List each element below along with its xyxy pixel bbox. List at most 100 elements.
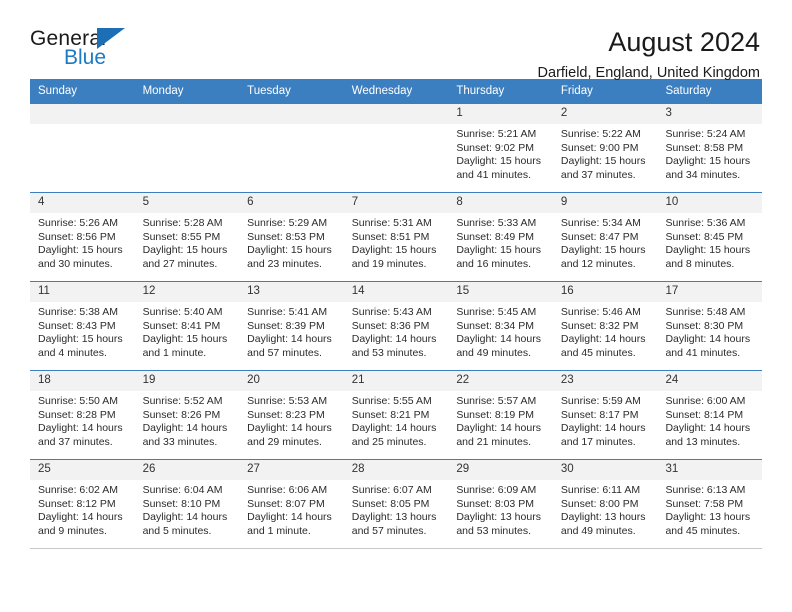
sunrise-text: Sunrise: 5:50 AM <box>38 395 118 407</box>
day-number: 20 <box>239 371 344 391</box>
day-cell[interactable] <box>343 104 449 192</box>
day-cell[interactable]: 16 Sunrise: 5:46 AM Sunset: 8:32 PM Dayl… <box>552 282 658 370</box>
sunset-text: Sunset: 9:02 PM <box>456 141 534 154</box>
day-cell[interactable] <box>239 104 344 192</box>
daylight-text-line2: and 45 minutes. <box>665 524 741 537</box>
week-row: 18 Sunrise: 5:50 AM Sunset: 8:28 PM Dayl… <box>30 370 763 459</box>
day-cell[interactable]: 10 Sunrise: 5:36 AM Sunset: 8:45 PM Dayl… <box>657 193 763 281</box>
daylight-text-line2: and 27 minutes. <box>142 257 218 270</box>
day-details: Sunrise: 5:53 AM Sunset: 8:23 PM Dayligh… <box>239 391 344 449</box>
day-number: 12 <box>134 282 240 302</box>
day-details: Sunrise: 5:52 AM Sunset: 8:26 PM Dayligh… <box>135 391 240 449</box>
day-number: 11 <box>30 282 135 302</box>
sunrise-text: Sunrise: 5:57 AM <box>456 395 537 407</box>
day-details: Sunrise: 5:41 AM Sunset: 8:39 PM Dayligh… <box>239 302 344 360</box>
day-number: 25 <box>30 460 135 480</box>
day-cell[interactable]: 7 Sunrise: 5:31 AM Sunset: 8:51 PM Dayli… <box>343 193 449 281</box>
day-number: 21 <box>343 371 449 391</box>
daylight-text-line2: and 57 minutes. <box>247 346 322 359</box>
daylight-text-line2: and 17 minutes. <box>560 435 636 448</box>
daylight-text-line1: Daylight: 15 hours <box>142 244 228 257</box>
day-number: 9 <box>552 193 658 213</box>
daylight-text-line2: and 57 minutes. <box>351 524 427 537</box>
brand-logo[interactable]: General Blue <box>30 26 230 68</box>
day-cell[interactable]: 5 Sunrise: 5:28 AM Sunset: 8:55 PM Dayli… <box>134 193 240 281</box>
day-cell[interactable]: 22 Sunrise: 5:57 AM Sunset: 8:19 PM Dayl… <box>448 371 553 459</box>
day-number: 3 <box>657 104 763 124</box>
daylight-text-line1: Daylight: 14 hours <box>665 333 751 346</box>
sunrise-text: Sunrise: 5:26 AM <box>38 217 118 229</box>
day-cell[interactable]: 28 Sunrise: 6:07 AM Sunset: 8:05 PM Dayl… <box>343 460 449 548</box>
day-details: Sunrise: 5:45 AM Sunset: 8:34 PM Dayligh… <box>448 302 553 360</box>
sunset-text: Sunset: 8:23 PM <box>247 408 325 421</box>
day-cell[interactable]: 27 Sunrise: 6:06 AM Sunset: 8:07 PM Dayl… <box>239 460 344 548</box>
sunrise-text: Sunrise: 5:48 AM <box>665 306 746 318</box>
daylight-text-line1: Daylight: 14 hours <box>456 422 541 435</box>
daylight-text-line1: Daylight: 15 hours <box>456 244 541 257</box>
day-cell[interactable]: 9 Sunrise: 5:34 AM Sunset: 8:47 PM Dayli… <box>552 193 658 281</box>
day-cell[interactable] <box>30 104 135 192</box>
day-cell[interactable]: 31 Sunrise: 6:13 AM Sunset: 7:58 PM Dayl… <box>657 460 763 548</box>
daylight-text-line2: and 25 minutes. <box>351 435 427 448</box>
daylight-text-line2: and 30 minutes. <box>38 257 113 270</box>
day-cell[interactable]: 26 Sunrise: 6:04 AM Sunset: 8:10 PM Dayl… <box>134 460 240 548</box>
sunset-text: Sunset: 8:00 PM <box>560 497 639 510</box>
daylight-text-line2: and 8 minutes. <box>665 257 735 270</box>
day-cell[interactable]: 8 Sunrise: 5:33 AM Sunset: 8:49 PM Dayli… <box>448 193 553 281</box>
day-cell[interactable]: 23 Sunrise: 5:59 AM Sunset: 8:17 PM Dayl… <box>552 371 658 459</box>
day-cell[interactable]: 15 Sunrise: 5:45 AM Sunset: 8:34 PM Dayl… <box>448 282 553 370</box>
sunset-text: Sunset: 8:19 PM <box>456 408 534 421</box>
day-cell[interactable]: 30 Sunrise: 6:11 AM Sunset: 8:00 PM Dayl… <box>552 460 658 548</box>
sunset-text: Sunset: 8:47 PM <box>560 230 639 243</box>
sunrise-text: Sunrise: 5:22 AM <box>560 128 641 140</box>
day-cell[interactable]: 18 Sunrise: 5:50 AM Sunset: 8:28 PM Dayl… <box>30 371 135 459</box>
sunrise-text: Sunrise: 6:11 AM <box>560 484 641 496</box>
daylight-text-line2: and 53 minutes. <box>351 346 427 359</box>
day-cell[interactable]: 21 Sunrise: 5:55 AM Sunset: 8:21 PM Dayl… <box>343 371 449 459</box>
sunset-text: Sunset: 8:49 PM <box>456 230 534 243</box>
sunrise-text: Sunrise: 5:55 AM <box>351 395 432 407</box>
day-details: Sunrise: 5:48 AM Sunset: 8:30 PM Dayligh… <box>657 302 762 360</box>
daylight-text-line1: Daylight: 14 hours <box>247 511 332 524</box>
day-details: Sunrise: 5:59 AM Sunset: 8:17 PM Dayligh… <box>553 391 658 449</box>
day-number: 27 <box>239 460 344 480</box>
calendar-grid: Sunday Monday Tuesday Wednesday Thursday… <box>30 79 763 549</box>
day-cell[interactable]: 1 Sunrise: 5:21 AM Sunset: 9:02 PM Dayli… <box>448 104 553 192</box>
day-cell[interactable]: 11 Sunrise: 5:38 AM Sunset: 8:43 PM Dayl… <box>30 282 135 370</box>
day-cell[interactable]: 19 Sunrise: 5:52 AM Sunset: 8:26 PM Dayl… <box>134 371 240 459</box>
day-cell[interactable]: 20 Sunrise: 5:53 AM Sunset: 8:23 PM Dayl… <box>239 371 344 459</box>
day-cell[interactable]: 24 Sunrise: 6:00 AM Sunset: 8:14 PM Dayl… <box>657 371 763 459</box>
day-cell[interactable]: 25 Sunrise: 6:02 AM Sunset: 8:12 PM Dayl… <box>30 460 135 548</box>
calendar-page: General Blue August 2024 Darfield, Engla… <box>0 0 792 612</box>
day-cell[interactable]: 6 Sunrise: 5:29 AM Sunset: 8:53 PM Dayli… <box>239 193 344 281</box>
daylight-text-line2: and 12 minutes. <box>560 257 636 270</box>
day-cell[interactable]: 4 Sunrise: 5:26 AM Sunset: 8:56 PM Dayli… <box>30 193 135 281</box>
day-cell[interactable]: 29 Sunrise: 6:09 AM Sunset: 8:03 PM Dayl… <box>448 460 553 548</box>
day-details: Sunrise: 5:43 AM Sunset: 8:36 PM Dayligh… <box>344 302 449 360</box>
day-number: 8 <box>448 193 553 213</box>
day-cell[interactable]: 2 Sunrise: 5:22 AM Sunset: 9:00 PM Dayli… <box>552 104 658 192</box>
daylight-text-line1: Daylight: 15 hours <box>351 244 437 257</box>
day-number: 15 <box>448 282 553 302</box>
sunset-text: Sunset: 8:17 PM <box>560 408 639 421</box>
day-cell[interactable]: 13 Sunrise: 5:41 AM Sunset: 8:39 PM Dayl… <box>239 282 344 370</box>
sunrise-text: Sunrise: 6:00 AM <box>665 395 746 407</box>
sunrise-text: Sunrise: 6:13 AM <box>665 484 746 496</box>
sunset-text: Sunset: 8:45 PM <box>665 230 744 243</box>
sunrise-text: Sunrise: 5:59 AM <box>560 395 641 407</box>
day-cell[interactable]: 17 Sunrise: 5:48 AM Sunset: 8:30 PM Dayl… <box>657 282 763 370</box>
daylight-text-line1: Daylight: 13 hours <box>456 511 541 524</box>
day-cell[interactable]: 3 Sunrise: 5:24 AM Sunset: 8:58 PM Dayli… <box>657 104 763 192</box>
sunrise-text: Sunrise: 6:09 AM <box>456 484 537 496</box>
day-number: 1 <box>448 104 553 124</box>
daylight-text-line2: and 1 minute. <box>247 524 311 537</box>
day-cell[interactable]: 12 Sunrise: 5:40 AM Sunset: 8:41 PM Dayl… <box>134 282 240 370</box>
day-cell[interactable] <box>134 104 240 192</box>
day-number: 23 <box>552 371 658 391</box>
day-number: 24 <box>657 371 763 391</box>
sunset-text: Sunset: 8:56 PM <box>38 230 116 243</box>
sunset-text: Sunset: 7:58 PM <box>665 497 744 510</box>
sunrise-text: Sunrise: 5:40 AM <box>142 306 223 318</box>
daylight-text-line2: and 33 minutes. <box>142 435 218 448</box>
day-cell[interactable]: 14 Sunrise: 5:43 AM Sunset: 8:36 PM Dayl… <box>343 282 449 370</box>
